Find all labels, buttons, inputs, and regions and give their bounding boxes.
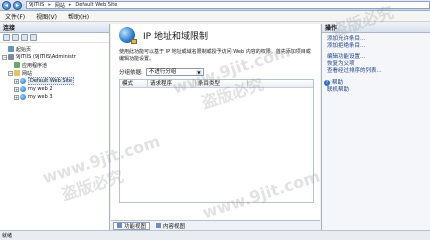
help-icon: ? — [324, 80, 330, 86]
globe-icon — [20, 78, 26, 84]
tab-label: 内容视图 — [163, 223, 186, 230]
edit-feature-settings-link[interactable]: 编辑功能设置... — [322, 54, 430, 61]
tree-item-label: 起始页 — [16, 46, 32, 53]
add-allow-entry-link[interactable]: 添加允许条目... — [322, 36, 430, 43]
back-button[interactable]: ◂ — [2, 0, 11, 10]
tree-item-start-page[interactable]: 起始页 — [0, 45, 109, 53]
save-icon[interactable] — [12, 34, 19, 41]
group-by-label: 分组依据: — [119, 69, 143, 76]
tree-item-label: my web 3 — [28, 94, 53, 100]
page-description: 使用此功能可以基于 IP 地址或域名限制或授予访问 Web 内容的权限。首先添加… — [119, 49, 311, 62]
address-box[interactable]: 9JITIIS ▸ 网站 ▸ Default Web Site — [26, 1, 430, 9]
connect-icon[interactable] — [3, 34, 10, 41]
content-view-icon — [156, 223, 162, 228]
feature-page: IP 地址和域限制 使用此功能可以基于 IP 地址或域名限制或授予访问 Web … — [111, 24, 320, 230]
page-title: IP 地址和域限制 — [143, 31, 208, 42]
address-segment-site[interactable]: Default Web Site — [75, 2, 117, 8]
expand-icon[interactable]: + — [14, 78, 19, 84]
lock-icon — [131, 39, 137, 44]
help-label: 帮助 — [332, 79, 344, 86]
connections-pane: 连接 起始页 − 9JITIIS (9JITIIS\Administr 应用程序… — [0, 24, 110, 230]
view-ordered-list-link[interactable]: 查看经过排序的列表... — [322, 68, 430, 75]
chevron-right-icon: ▸ — [68, 2, 72, 8]
address-bar: ◂ ▸ 9JITIIS ▸ 网站 ▸ Default Web Site — [0, 0, 430, 11]
tree-item-default-web-site[interactable]: + Default Web Site — [0, 77, 109, 85]
rules-list-header: 模式 请求程序 条目类型 — [120, 80, 313, 88]
collapse-icon[interactable]: − — [8, 70, 13, 76]
group-by-select[interactable]: 不进行分组 ▼ — [145, 67, 204, 76]
tree-item-my-web-2[interactable]: + my web 2 — [0, 85, 109, 93]
group-by-bar: 分组依据: 不进行分组 ▼ — [119, 66, 320, 77]
group-by-value: 不进行分组 — [148, 68, 177, 75]
column-header-entry-type[interactable]: 条目类型 — [196, 80, 248, 87]
collapse-icon[interactable]: − — [2, 54, 7, 60]
tree-item-label: my web 2 — [28, 86, 53, 92]
connections-toolbar — [0, 33, 109, 43]
tree-item-label: 应用程序池 — [22, 62, 48, 69]
network-icon[interactable] — [30, 34, 37, 41]
tab-content-view[interactable]: 内容视图 — [153, 222, 188, 230]
tree-item-label: Default Web Site — [28, 77, 74, 85]
status-bar: 就绪 — [0, 230, 430, 240]
help-link[interactable]: ? 帮助 — [322, 79, 430, 87]
ip-restriction-icon — [119, 27, 137, 44]
server-icon — [8, 54, 14, 60]
tab-label: 功能视图 — [124, 223, 147, 230]
tree-item-app-pools[interactable]: 应用程序池 — [0, 61, 109, 69]
features-view-icon — [117, 223, 122, 228]
menu-help[interactable]: 帮助(H) — [63, 12, 95, 21]
tree-item-sites[interactable]: − 网站 — [0, 69, 109, 77]
menu-view[interactable]: 视图(V) — [31, 12, 63, 21]
expand-icon[interactable]: + — [14, 94, 19, 100]
column-header-mode[interactable]: 模式 — [120, 80, 148, 87]
connections-title: 连接 — [0, 24, 109, 33]
column-header-requestor[interactable]: 请求程序 — [148, 80, 196, 87]
view-tabs: 功能视图 内容视图 — [111, 220, 320, 230]
menu-file[interactable]: 文件(F) — [0, 12, 31, 21]
home-icon — [8, 46, 14, 52]
tree-item-label: 网站 — [22, 70, 33, 77]
revert-to-parent-link[interactable]: 恢复为父项 — [322, 61, 430, 68]
chevron-right-icon: ▸ — [48, 2, 51, 8]
tree-item-my-web-3[interactable]: + my web 3 — [0, 93, 109, 101]
actions-pane: 操作 添加允许条目... 添加拒绝条目... 编辑功能设置... 恢复为父项 查… — [321, 24, 430, 230]
actions-title: 操作 — [322, 24, 430, 33]
up-icon[interactable] — [21, 34, 28, 41]
tree-item-server[interactable]: − 9JITIIS (9JITIIS\Administr — [0, 53, 109, 61]
address-segment-server[interactable]: 9JITIIS — [29, 2, 44, 8]
tab-features-view[interactable]: 功能视图 — [113, 221, 151, 230]
globe-icon — [20, 86, 26, 92]
online-help-link[interactable]: 联机帮助 — [322, 87, 430, 94]
page-header: IP 地址和域限制 — [111, 24, 320, 46]
rules-list[interactable]: 模式 请求程序 条目类型 — [119, 79, 314, 203]
folder-icon — [14, 70, 20, 76]
expand-icon[interactable]: + — [14, 86, 19, 92]
connections-tree: 起始页 − 9JITIIS (9JITIIS\Administr 应用程序池 −… — [0, 43, 109, 101]
forward-button[interactable]: ▸ — [13, 0, 22, 10]
globe-icon — [20, 94, 26, 100]
app-pool-icon — [14, 62, 20, 68]
tree-item-label: 9JITIIS (9JITIIS\Administr — [16, 54, 76, 60]
add-deny-entry-link[interactable]: 添加拒绝条目... — [322, 43, 430, 50]
menu-bar: 文件(F) 视图(V) 帮助(H) — [0, 11, 430, 22]
address-segment-sites[interactable]: 网站 — [55, 2, 65, 9]
chevron-down-icon: ▼ — [195, 69, 202, 75]
